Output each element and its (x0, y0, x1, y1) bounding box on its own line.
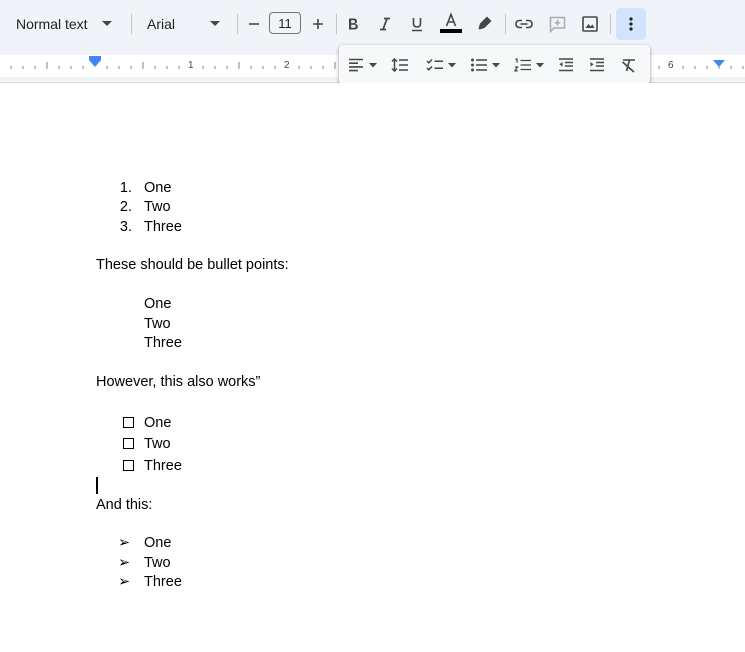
chevron-down-icon (448, 62, 456, 67)
ruler-number: 2 (284, 60, 290, 71)
toolbar-divider (505, 14, 506, 34)
chevron-down-icon (492, 62, 500, 67)
highlight-color-button[interactable] (474, 12, 496, 34)
chevron-down-icon (101, 21, 112, 26)
text-cursor (96, 477, 98, 494)
document-page[interactable]: 1. One 2. Two 3. Three These should be b… (0, 83, 745, 652)
list-item[interactable]: One (144, 296, 171, 312)
paragraph-text[interactable]: These should be bullet points: (96, 257, 289, 273)
link-icon (515, 19, 533, 29)
paragraph-text[interactable]: And this: (96, 497, 152, 513)
overflow-toolbar-popup (339, 45, 650, 84)
toolbar-divider (336, 14, 337, 34)
right-indent-marker[interactable] (713, 60, 725, 67)
list-number: 2. (119, 199, 132, 215)
list-item[interactable]: One (144, 535, 171, 551)
decrease-indent-button[interactable] (555, 54, 577, 76)
bold-button[interactable] (343, 14, 363, 34)
underline-icon (412, 17, 422, 31)
line-spacing-icon (391, 58, 408, 72)
underline-button[interactable] (407, 14, 427, 34)
font-family-value: Arial (147, 16, 176, 32)
list-item[interactable]: Three (144, 219, 182, 235)
italic-button[interactable] (375, 14, 395, 34)
line-spacing-button[interactable] (389, 54, 411, 76)
font-family-select[interactable]: Arial (144, 12, 221, 36)
align-dropdown-button[interactable] (345, 54, 379, 76)
bulleted-list-dropdown-button[interactable] (467, 54, 503, 76)
toolbar-divider (131, 14, 132, 34)
minus-icon (249, 23, 259, 25)
add-comment-icon (549, 16, 565, 33)
list-item[interactable]: One (144, 180, 171, 196)
checklist-item[interactable]: One (144, 415, 171, 431)
insert-link-button[interactable] (513, 13, 535, 35)
ruler-number: 6 (668, 60, 674, 71)
checklist-item[interactable]: Three (144, 458, 182, 474)
decrease-font-size-button[interactable] (244, 14, 264, 34)
insert-image-icon (582, 16, 598, 32)
font-size-input[interactable]: 11 (269, 12, 301, 34)
more-options-button[interactable] (616, 8, 646, 40)
italic-icon (380, 17, 390, 31)
toolbar: Normal text Arial 11 (0, 0, 745, 48)
list-item[interactable]: Three (144, 574, 182, 590)
list-item[interactable]: Two (144, 199, 171, 215)
toolbar-divider (610, 14, 611, 34)
increase-font-size-button[interactable] (308, 14, 328, 34)
bold-icon (349, 18, 358, 30)
toolbar-divider (237, 14, 238, 34)
chevron-down-icon (210, 21, 221, 26)
list-item[interactable]: Two (144, 555, 171, 571)
numbered-list-dropdown-button[interactable] (511, 54, 547, 76)
checklist-icon (426, 58, 443, 71)
increase-indent-button[interactable] (586, 54, 608, 76)
list-item[interactable]: Three (144, 335, 182, 351)
arrow-bullet-icon: ➢ (118, 555, 131, 571)
checklist-dropdown-button[interactable] (423, 54, 459, 76)
list-number: 3. (119, 219, 132, 235)
paragraph-text[interactable]: However, this also works” (96, 374, 260, 390)
insert-image-button[interactable] (579, 13, 601, 35)
chevron-down-icon (536, 62, 544, 67)
left-indent-marker[interactable] (89, 60, 101, 67)
increase-indent-icon (590, 58, 604, 72)
arrow-bullet-icon: ➢ (118, 535, 131, 551)
checklist-item[interactable]: Two (144, 436, 171, 452)
checklist-checkbox[interactable] (123, 460, 134, 471)
text-color-icon (440, 12, 462, 33)
paragraph-style-value: Normal text (16, 16, 88, 32)
numbered-list-icon (514, 58, 531, 72)
chevron-down-icon (368, 62, 377, 67)
clear-formatting-icon (621, 58, 635, 73)
paragraph-style-select[interactable]: Normal text (10, 12, 112, 36)
clear-formatting-button[interactable] (618, 54, 640, 76)
highlighter-icon (478, 16, 492, 30)
align-left-icon (348, 58, 363, 72)
text-color-button[interactable] (440, 12, 462, 34)
ruler-number: 1 (188, 60, 194, 71)
list-number: 1. (119, 180, 132, 196)
list-item[interactable]: Two (144, 316, 171, 332)
checklist-checkbox[interactable] (123, 438, 134, 449)
plus-icon (313, 19, 323, 29)
font-size-value: 11 (278, 15, 292, 31)
decrease-indent-icon (559, 58, 573, 72)
arrow-bullet-icon: ➢ (118, 574, 131, 590)
bulleted-list-icon (471, 58, 487, 72)
add-comment-button[interactable] (546, 13, 568, 35)
more-vert-icon (629, 17, 633, 31)
checklist-checkbox[interactable] (123, 417, 134, 428)
